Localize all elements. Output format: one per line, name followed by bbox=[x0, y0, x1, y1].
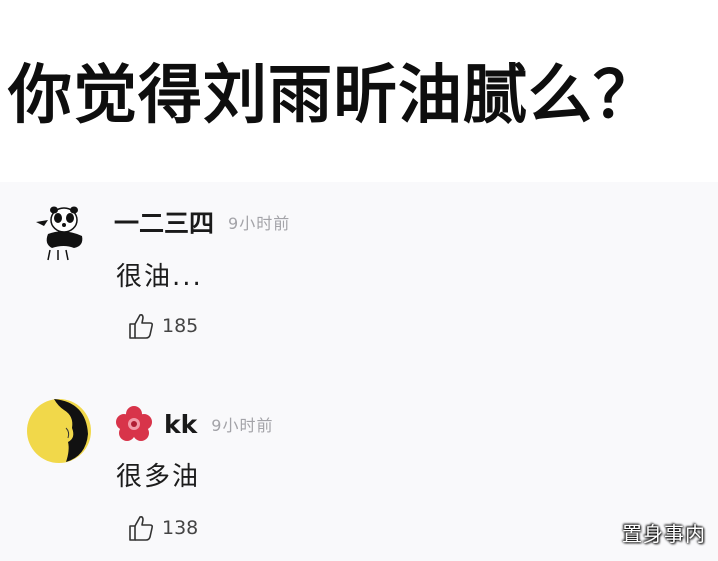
comment-header: kk 9小时前 bbox=[114, 406, 273, 442]
thumbs-up-icon bbox=[129, 516, 154, 541]
timestamp: 9小时前 bbox=[228, 214, 291, 233]
comment-text: 很油... bbox=[116, 262, 203, 292]
comment-item: 一二三四 9小时前 很油... 185 bbox=[0, 182, 718, 372]
username[interactable]: 一二三四 bbox=[114, 204, 214, 240]
like-count: 185 bbox=[162, 315, 199, 337]
comment-header: 一二三四 9小时前 bbox=[114, 204, 290, 240]
question-title: 你觉得刘雨昕油腻么？ bbox=[8, 59, 658, 133]
comment-list: 一二三四 9小时前 很油... 185 kk 9小时前 很多油 138 置身事内 bbox=[0, 182, 718, 561]
panda-meme-icon[interactable] bbox=[30, 198, 94, 262]
like-button[interactable]: 138 bbox=[126, 512, 198, 544]
page: 你觉得刘雨昕油腻么？ 一二三四 9小时前 很油... 185 kk 9小时前 很… bbox=[0, 0, 718, 561]
red-flower-badge-icon bbox=[116, 406, 152, 441]
comment-text: 很多油 bbox=[116, 462, 201, 492]
watermark: 置身事内 bbox=[622, 522, 706, 546]
thumbs-up-icon bbox=[129, 314, 154, 339]
username[interactable]: kk bbox=[164, 410, 197, 439]
silhouette-portrait-icon[interactable] bbox=[26, 398, 91, 463]
like-count: 138 bbox=[162, 517, 199, 539]
like-button[interactable]: 185 bbox=[126, 310, 198, 342]
comment-item: kk 9小时前 很多油 138 bbox=[0, 392, 718, 552]
timestamp: 9小时前 bbox=[211, 416, 274, 435]
